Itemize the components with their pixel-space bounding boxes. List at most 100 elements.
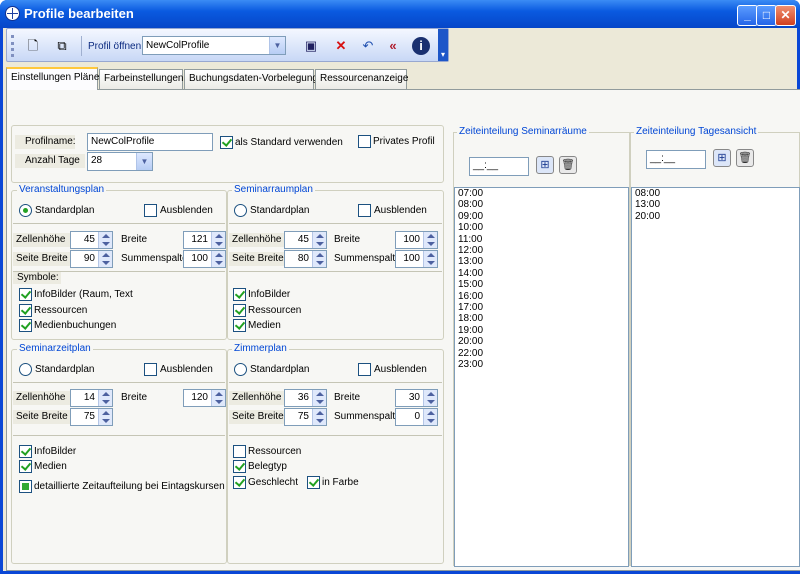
copy-icon[interactable]: ⧉ xyxy=(53,37,71,55)
seminarraum-breite-spinner[interactable]: 100 xyxy=(395,231,438,249)
undo-icon[interactable]: ↶ xyxy=(359,37,377,55)
chevron-down-icon[interactable]: ▼ xyxy=(269,37,285,54)
minimize-icon[interactable]: _ xyxy=(737,5,758,26)
seminarraum-zh-spinner[interactable]: 45 xyxy=(284,231,327,249)
zeit-seminar-list[interactable]: 07:00 08:00 09:00 10:00 11:00 12:00 13:00 14:00… xyxy=(454,187,629,567)
time-list-item[interactable]: 14:00 xyxy=(455,268,628,279)
zimmer-standard-radio[interactable] xyxy=(234,363,247,376)
time-list-item[interactable]: 16:00 xyxy=(455,291,628,302)
zimmer-c2-checkbox[interactable] xyxy=(233,460,246,473)
time-list-item[interactable]: 07:00 xyxy=(455,188,628,199)
seminarzeit-standard-radio[interactable] xyxy=(19,363,32,376)
tab-einstellungen-plaene[interactable]: Einstellungen Pläne xyxy=(6,67,99,90)
seminarzeit-c3-checkbox[interactable] xyxy=(19,480,32,493)
spinner-arrows-icon[interactable] xyxy=(423,251,437,267)
time-list-item[interactable]: 08:00 xyxy=(455,199,628,210)
veranstaltung-sb-spinner[interactable]: 90 xyxy=(70,250,113,268)
veranstaltung-zh-spinner[interactable]: 45 xyxy=(70,231,113,249)
time-list-item[interactable]: 23:00 xyxy=(455,359,628,370)
veranstaltung-standard-radio[interactable] xyxy=(19,204,32,217)
tab-buchungsdaten-vorbelegung[interactable]: Buchungsdaten-Vorbelegung xyxy=(184,69,318,89)
time-list-item[interactable]: 13:00 xyxy=(455,256,628,267)
standard-checkbox[interactable] xyxy=(220,136,233,149)
veranstaltung-ss-spinner[interactable]: 100 xyxy=(183,250,226,268)
spinner-arrows-icon[interactable] xyxy=(312,251,326,267)
seminarraum-c1-checkbox[interactable] xyxy=(233,288,246,301)
spinner-arrows-icon[interactable] xyxy=(98,390,112,406)
seminarraum-sb-spinner[interactable]: 80 xyxy=(284,250,327,268)
veranstaltung-hide-checkbox[interactable] xyxy=(144,204,157,217)
spinner-arrows-icon[interactable] xyxy=(98,251,112,267)
profile-name-input[interactable]: NewColProfile xyxy=(87,133,213,151)
veranstaltung-c3-checkbox[interactable] xyxy=(19,319,32,332)
spinner-arrows-icon[interactable] xyxy=(211,390,225,406)
seminarzeit-c1-checkbox[interactable] xyxy=(19,445,32,458)
zimmer-hide-checkbox[interactable] xyxy=(358,363,371,376)
toolbar-overflow-icon[interactable]: ▾ xyxy=(438,29,448,61)
colors-icon[interactable]: « xyxy=(384,37,402,55)
close-icon[interactable]: ✕ xyxy=(775,5,796,26)
new-document-icon[interactable]: 🗋 xyxy=(24,37,42,55)
chevron-down-icon[interactable]: ▼ xyxy=(136,153,152,170)
zimmer-ss-spinner[interactable]: 0 xyxy=(395,408,438,426)
tab-ressourcenanzeige[interactable]: Ressourcenanzeige xyxy=(315,69,408,89)
zeit-seminar-time-input[interactable]: __:__ xyxy=(469,157,529,176)
time-list-item[interactable]: 19:00 xyxy=(455,325,628,336)
seminarraum-standard-radio[interactable] xyxy=(234,204,247,217)
zimmer-c3-checkbox[interactable] xyxy=(233,476,246,489)
zimmer-c1-checkbox[interactable] xyxy=(233,445,246,458)
zimmer-c4-checkbox[interactable] xyxy=(307,476,320,489)
spinner-arrows-icon[interactable] xyxy=(98,409,112,425)
time-list-item[interactable]: 18:00 xyxy=(455,313,628,324)
zeit-tag-time-input[interactable]: __:__ xyxy=(646,150,706,169)
spinner-arrows-icon[interactable] xyxy=(423,390,437,406)
maximize-icon[interactable]: □ xyxy=(756,5,777,26)
seminarzeit-breite-spinner[interactable]: 120 xyxy=(183,389,226,407)
zimmer-zh-spinner[interactable]: 36 xyxy=(284,389,327,407)
days-select[interactable]: 28 ▼ xyxy=(87,152,153,171)
veranstaltung-c2-checkbox[interactable] xyxy=(19,304,32,317)
save-icon[interactable]: ▣ xyxy=(302,37,320,55)
time-list-item[interactable]: 10:00 xyxy=(455,222,628,233)
seminarzeit-zh-spinner[interactable]: 14 xyxy=(70,389,113,407)
spinner-arrows-icon[interactable] xyxy=(312,232,326,248)
info-icon[interactable]: i xyxy=(412,37,430,55)
zimmer-breite-spinner[interactable]: 30 xyxy=(395,389,438,407)
spinner-arrows-icon[interactable] xyxy=(312,409,326,425)
time-list-item[interactable]: 11:00 xyxy=(455,234,628,245)
time-list-item[interactable]: 12:00 xyxy=(455,245,628,256)
seminarraum-hide-checkbox[interactable] xyxy=(358,204,371,217)
time-list-item[interactable]: 09:00 xyxy=(455,211,628,222)
seminarraum-c2-checkbox[interactable] xyxy=(233,304,246,317)
tab-farbeinstellungen[interactable]: Farbeinstellungen xyxy=(99,69,184,89)
seminarraum-ss-spinner[interactable]: 100 xyxy=(395,250,438,268)
zimmer-sb-spinner[interactable]: 75 xyxy=(284,408,327,426)
time-list-item[interactable]: 08:00 xyxy=(632,188,799,199)
time-list-item[interactable]: 20:00 xyxy=(632,211,799,222)
seminarzeit-sb-spinner[interactable]: 75 xyxy=(70,408,113,426)
time-list-item[interactable]: 22:00 xyxy=(455,348,628,359)
private-checkbox[interactable] xyxy=(358,135,371,148)
delete-icon[interactable]: ✕ xyxy=(332,37,350,55)
profile-select[interactable]: NewColProfile ▼ xyxy=(142,36,286,55)
add-time-icon[interactable]: ⊞ xyxy=(713,149,731,167)
spinner-arrows-icon[interactable] xyxy=(312,390,326,406)
trash-icon[interactable]: 🗑 xyxy=(736,149,754,167)
veranstaltung-breite-spinner[interactable]: 121 xyxy=(183,231,226,249)
seminarzeit-hide-checkbox[interactable] xyxy=(144,363,157,376)
add-time-icon[interactable]: ⊞ xyxy=(536,156,554,174)
spinner-arrows-icon[interactable] xyxy=(211,232,225,248)
spinner-arrows-icon[interactable] xyxy=(423,409,437,425)
seminarzeit-c2-checkbox[interactable] xyxy=(19,460,32,473)
seminarraum-c3-checkbox[interactable] xyxy=(233,319,246,332)
zeit-tag-list[interactable]: 08:00 13:00 20:00 xyxy=(631,187,800,567)
time-list-item[interactable]: 15:00 xyxy=(455,279,628,290)
time-list-item[interactable]: 20:00 xyxy=(455,336,628,347)
veranstaltung-c1-checkbox[interactable] xyxy=(19,288,32,301)
spinner-arrows-icon[interactable] xyxy=(423,232,437,248)
spinner-arrows-icon[interactable] xyxy=(211,251,225,267)
time-list-item[interactable]: 13:00 xyxy=(632,199,799,210)
time-list-item[interactable]: 17:00 xyxy=(455,302,628,313)
toolbar-grip[interactable] xyxy=(11,35,14,57)
trash-icon[interactable]: 🗑 xyxy=(559,156,577,174)
